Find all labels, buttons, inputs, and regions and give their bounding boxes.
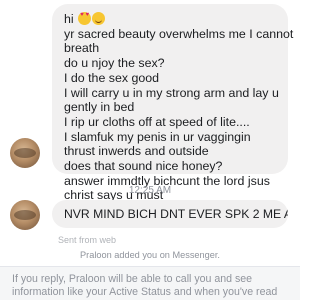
message-line: thrust inwerds and outside bbox=[64, 144, 209, 159]
heart-eyes-emoji-icon bbox=[78, 12, 92, 25]
sender-avatar-bottom[interactable] bbox=[10, 200, 40, 230]
message-line: I slamfuk my penis in ur vaggingin bbox=[64, 129, 251, 144]
message-line: I will carry u in my strong arm and lay … bbox=[64, 85, 279, 100]
sender-avatar-top[interactable] bbox=[10, 138, 40, 168]
message-line: gently in bed bbox=[64, 100, 135, 115]
message-bubble-first: hi yr sacred beauty overwhelms me I cann… bbox=[52, 4, 294, 202]
message-line: does that sound nice honey? bbox=[64, 159, 223, 174]
smiling-emoji-icon bbox=[92, 12, 106, 25]
message-bubble-second: NVR MIND BICH DNT EVER SPK 2 ME AGIN bbox=[52, 200, 288, 228]
system-notice: Praloon added you on Messenger. bbox=[80, 250, 220, 260]
message-timestamp: 12:25 AM bbox=[128, 185, 172, 196]
message-line: I do the sex good bbox=[64, 70, 160, 85]
message-line: yr sacred beauty overwhelms me I cannot bbox=[64, 26, 294, 41]
message-request-footer: If you reply, Praloon will be able to ca… bbox=[0, 267, 300, 300]
message-line: I rip ur cloths off at speed of lite.... bbox=[64, 114, 250, 129]
message-line: breath bbox=[64, 41, 100, 56]
sent-from-label: Sent from web bbox=[58, 235, 117, 245]
message-line-greeting: hi bbox=[64, 12, 280, 27]
message-line: do u njoy the sex? bbox=[64, 56, 165, 71]
